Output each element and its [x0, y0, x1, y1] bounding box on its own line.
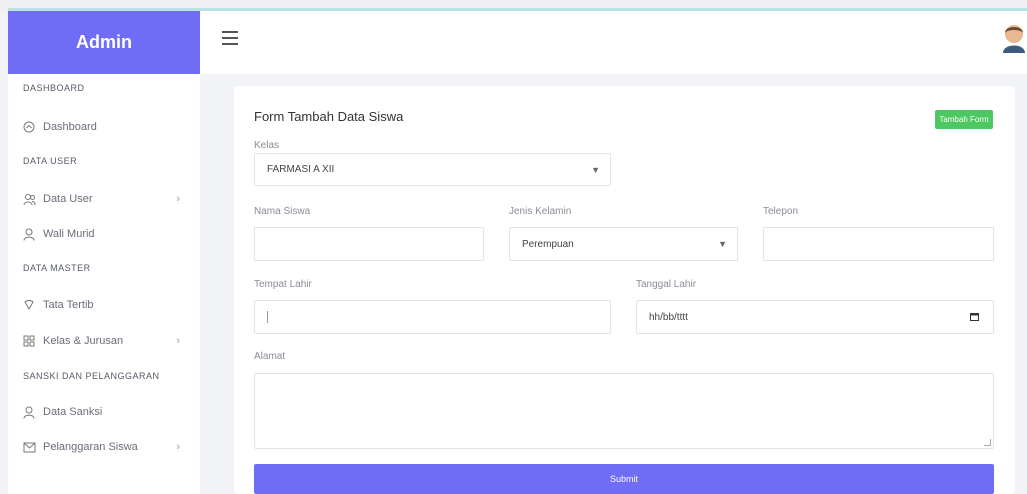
sidebar-item-tata-tertib[interactable]: Tata Tertib: [8, 297, 200, 313]
telepon-label: Telepon: [763, 206, 799, 217]
rules-icon: [21, 297, 37, 313]
tempat-lahir-input[interactable]: [254, 300, 611, 334]
text-caret: [267, 311, 268, 323]
tanggal-lahir-label: Tanggal Lahir: [636, 279, 697, 290]
sidebar-heading-data-master: DATA MASTER: [23, 263, 91, 273]
resize-handle-icon[interactable]: [984, 439, 991, 446]
sidebar-item-label: Tata Tertib: [43, 299, 94, 311]
chevron-right-icon: ›: [176, 335, 180, 347]
chevron-right-icon: ›: [176, 441, 180, 453]
sidebar-heading-data-user: DATA USER: [23, 156, 78, 166]
top-strip: [0, 0, 1027, 11]
form-card: Form Tambah Data Siswa Tambah Form Kelas…: [234, 86, 1015, 494]
add-form-button[interactable]: Tambah Form: [935, 110, 993, 129]
tanggal-lahir-input[interactable]: hh/bb/tttt: [636, 300, 994, 334]
hamburger-icon[interactable]: [222, 31, 238, 45]
alamat-label: Alamat: [254, 351, 286, 362]
user-icon: [21, 226, 37, 242]
users-icon: [21, 191, 37, 207]
tempat-lahir-label: Tempat Lahir: [254, 279, 312, 290]
sidebar-item-kelas-jurusan[interactable]: Kelas & Jurusan ›: [8, 333, 200, 349]
kelas-value: FARMASI A XII: [267, 164, 335, 175]
sidebar-item-label: Data User: [43, 193, 93, 205]
top-navbar: [200, 11, 1027, 74]
kelas-select[interactable]: FARMASI A XII ▼: [254, 153, 611, 186]
sanction-icon: [21, 404, 37, 420]
mail-icon: [21, 439, 37, 455]
tanggal-lahir-placeholder: hh/bb/tttt: [649, 311, 688, 323]
sidebar-item-dashboard[interactable]: Dashboard: [8, 119, 200, 135]
jenis-kelamin-select[interactable]: Perempuan ▼: [509, 227, 738, 261]
sidebar-heading-sanksi: SANSKI DAN PELANGGARAN: [23, 371, 160, 381]
sidebar-item-label: Data Sanksi: [43, 406, 103, 418]
avatar-icon[interactable]: [1001, 23, 1027, 53]
telepon-input[interactable]: [763, 227, 994, 261]
sidebar: Admin DASHBOARD Dashboard DATA USER Data…: [8, 11, 200, 494]
kelas-label: Kelas: [254, 140, 280, 151]
jenis-kelamin-label: Jenis Kelamin: [509, 206, 572, 217]
sidebar-item-data-sanksi[interactable]: Data Sanksi: [8, 404, 200, 420]
calendar-icon[interactable]: [970, 312, 979, 323]
nama-siswa-input[interactable]: [254, 227, 484, 261]
chevron-right-icon: ›: [176, 193, 180, 205]
sidebar-item-label: Kelas & Jurusan: [43, 335, 124, 347]
chevron-down-icon: ▼: [591, 164, 600, 175]
submit-button[interactable]: Submit: [254, 464, 994, 494]
jenis-kelamin-value: Perempuan: [522, 238, 574, 250]
sidebar-item-label: Pelanggaran Siswa: [43, 441, 138, 453]
chevron-down-icon: ▼: [718, 239, 727, 249]
sidebar-item-wali-murid[interactable]: Wali Murid: [8, 226, 200, 242]
sidebar-item-label: Wali Murid: [43, 228, 95, 240]
alamat-textarea[interactable]: [254, 373, 994, 449]
sidebar-item-pelanggaran-siswa[interactable]: Pelanggaran Siswa ›: [8, 439, 200, 455]
nama-siswa-label: Nama Siswa: [254, 206, 311, 217]
grid-icon: [21, 333, 37, 349]
sidebar-item-label: Dashboard: [43, 121, 97, 133]
dashboard-icon: [21, 119, 37, 135]
form-title: Form Tambah Data Siswa: [254, 109, 404, 124]
sidebar-item-data-user[interactable]: Data User ›: [8, 191, 200, 207]
sidebar-heading-dashboard: DASHBOARD: [23, 83, 85, 93]
brand-title[interactable]: Admin: [8, 11, 200, 74]
